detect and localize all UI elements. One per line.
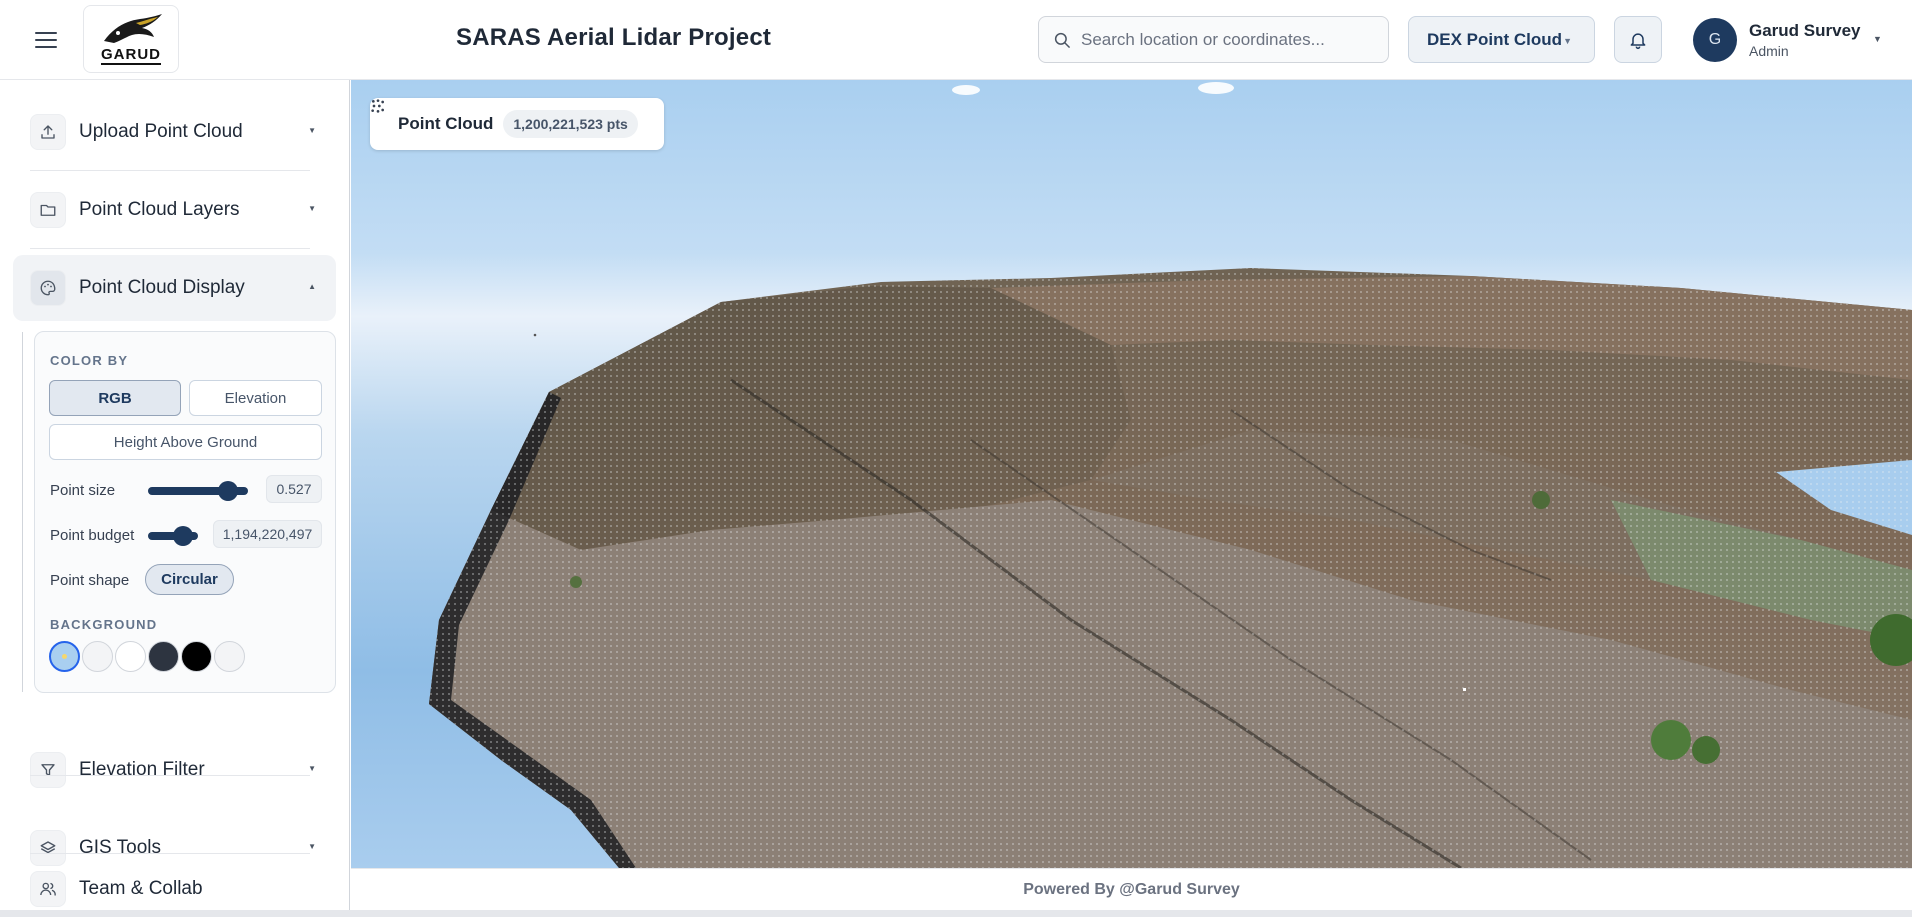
color-rgb-button[interactable]: RGB <box>49 380 181 416</box>
background-swatch[interactable] <box>115 641 146 672</box>
palette-icon <box>30 270 66 306</box>
point-cloud-layer-label: Point Cloud <box>398 114 494 133</box>
point-size-label: Point size <box>50 482 116 499</box>
users-icon <box>30 871 66 907</box>
folder-icon <box>30 192 66 228</box>
footer-text: Powered By @Garud Survey <box>1023 880 1240 898</box>
sidebar-item-display[interactable]: Point Cloud Display ▲ <box>13 255 336 321</box>
eagle-icon <box>104 14 162 43</box>
point-size-value: 0.527 <box>266 475 322 503</box>
color-elevation-button[interactable]: Elevation <box>189 380 322 416</box>
point-cloud-badge: Point Cloud 1,200,221,523 pts <box>370 98 664 150</box>
chevron-down-icon: ▼ <box>308 204 316 213</box>
footer: Powered By @Garud Survey <box>351 868 1912 910</box>
notifications-button[interactable] <box>1614 16 1662 63</box>
color-by-label: COLOR BY <box>50 353 129 368</box>
sidebar-item-upload[interactable]: Upload Point Cloud ▼ <box>13 99 336 165</box>
chevron-down-icon: ▼ <box>1563 36 1572 46</box>
point-budget-slider-thumb[interactable] <box>173 526 193 546</box>
background-swatch[interactable] <box>214 641 245 672</box>
logo-text: GARUD <box>101 46 161 65</box>
divider <box>30 248 310 249</box>
page-title: SARAS Aerial Lidar Project <box>456 24 772 51</box>
sidebar-item-elevation-filter[interactable]: Elevation Filter ▼ <box>13 737 336 803</box>
point-budget-slider[interactable] <box>148 526 198 546</box>
bell-icon <box>1630 32 1646 49</box>
app-header: GARUD SARAS Aerial Lidar Project DEX Poi… <box>0 0 1912 80</box>
point-cloud-viewport[interactable]: Point Cloud 1,200,221,523 pts <box>351 80 1912 868</box>
point-size-slider-thumb[interactable] <box>218 481 238 501</box>
garud-logo[interactable]: GARUD <box>83 5 179 73</box>
sidebar-item-label: GIS Tools <box>79 837 162 858</box>
user-role: Admin <box>1749 43 1789 59</box>
upload-icon <box>30 114 66 150</box>
color-height-above-ground-button[interactable]: Height Above Ground <box>49 424 322 460</box>
divider <box>30 853 310 854</box>
user-name: Garud Survey <box>1749 21 1861 40</box>
divider <box>30 775 310 776</box>
point-cloud-icon <box>371 99 384 113</box>
point-shape-label: Point shape <box>50 572 130 589</box>
background-swatch[interactable] <box>181 641 212 672</box>
background-label: BACKGROUND <box>50 617 158 632</box>
divider <box>30 170 310 171</box>
chevron-up-icon: ▲ <box>308 282 316 291</box>
dataset-select-label: DEX Point Cloud <box>1427 29 1563 49</box>
sidebar-item-label: Point Cloud Display <box>79 277 245 298</box>
sidebar-item-team-collab[interactable]: Team & Collab <box>13 860 336 917</box>
chevron-down-icon: ▼ <box>308 842 316 851</box>
point-budget-label: Point budget <box>50 527 135 544</box>
dataset-select[interactable]: DEX Point Cloud ▼ <box>1408 16 1595 63</box>
background-swatch[interactable] <box>82 641 113 672</box>
point-shape-button[interactable]: Circular <box>145 564 234 595</box>
avatar: G <box>1693 18 1737 62</box>
point-count-badge: 1,200,221,523 pts <box>503 110 638 138</box>
sidebar-item-layers[interactable]: Point Cloud Layers ▼ <box>13 177 336 243</box>
selected-swatch-indicator-icon <box>62 654 67 659</box>
chevron-down-icon: ▼ <box>308 764 316 773</box>
point-budget-value: 1,194,220,497 <box>213 520 322 548</box>
filter-icon <box>30 752 66 788</box>
sidebar: Upload Point Cloud ▼ Point Cloud Layers … <box>0 80 350 917</box>
bottom-scroll-strip <box>0 910 1912 917</box>
background-swatch[interactable] <box>148 641 179 672</box>
chevron-down-icon: ▼ <box>1873 34 1882 44</box>
sidebar-item-label: Point Cloud Layers <box>79 199 240 220</box>
sidebar-item-label: Elevation Filter <box>79 759 205 780</box>
sidebar-item-label: Team & Collab <box>79 878 203 899</box>
search-icon <box>1054 32 1070 48</box>
terrain-render <box>429 82 1912 868</box>
point-cloud-display-panel: COLOR BY RGB Elevation Height Above Grou… <box>34 331 336 693</box>
chevron-down-icon: ▼ <box>308 126 316 135</box>
background-swatch[interactable] <box>49 641 80 672</box>
panel-rail <box>22 332 23 692</box>
user-menu[interactable]: G Garud Survey Admin ▼ <box>1693 16 1882 64</box>
sidebar-item-label: Upload Point Cloud <box>79 121 243 142</box>
point-size-slider[interactable] <box>148 481 248 501</box>
search-input[interactable] <box>1081 29 1371 50</box>
hamburger-menu-icon[interactable] <box>30 24 62 56</box>
search-box[interactable] <box>1038 16 1389 63</box>
